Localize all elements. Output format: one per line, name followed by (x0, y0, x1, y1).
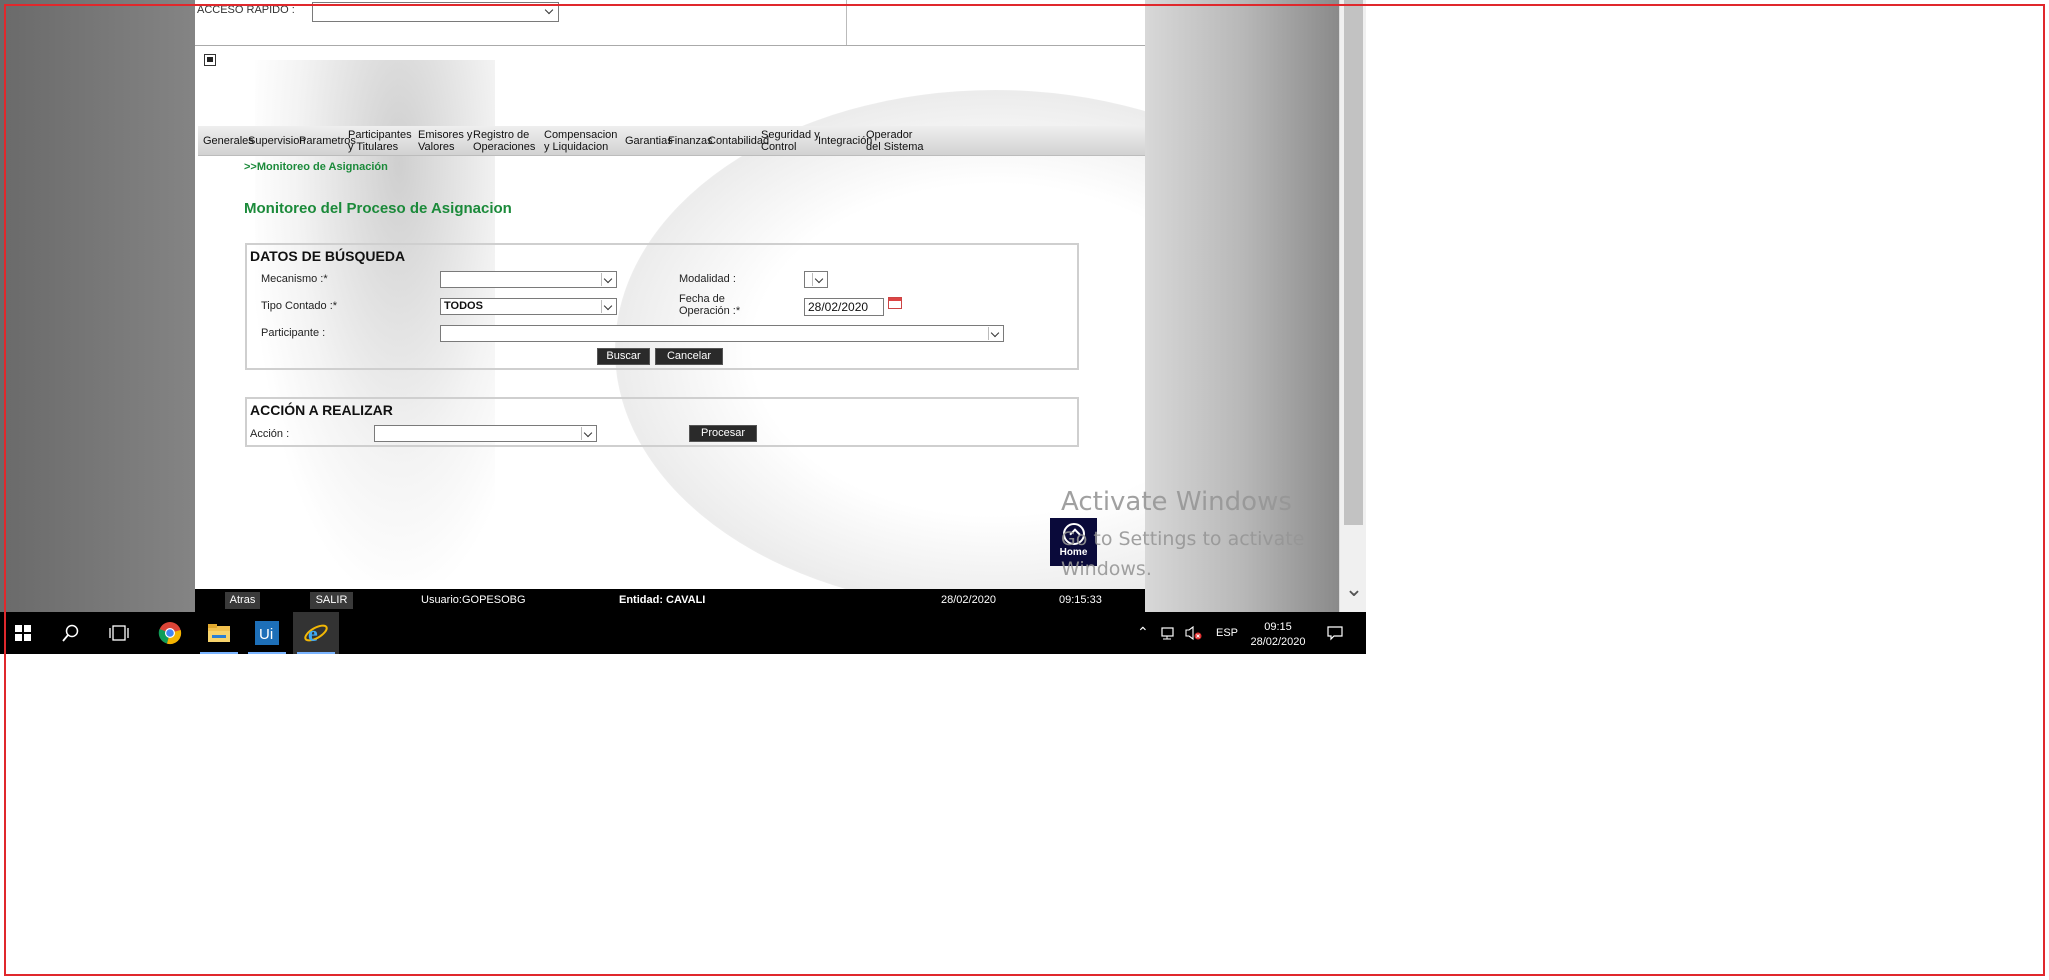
search-panel: DATOS DE BÚSQUEDA Mecanismo :* Modalidad… (245, 243, 1079, 370)
window-icon[interactable] (204, 54, 216, 66)
fecha-operacion-input[interactable]: 28/02/2020 (804, 298, 884, 316)
taskbar-clock[interactable]: 09:15 28/02/2020 (1248, 620, 1308, 650)
activate-windows-line3: Windows. (1061, 558, 1152, 580)
uipath-running-indicator (248, 652, 286, 654)
usuario-text: Usuario:GOPESOBG (421, 594, 526, 606)
network-icon[interactable] (1160, 625, 1176, 644)
ie-running-indicator (297, 652, 335, 654)
page-title: Monitoreo del Proceso de Asignacion (244, 200, 512, 217)
activate-windows-title: Activate Windows (1061, 487, 1292, 517)
salir-button[interactable]: SALIR (310, 592, 353, 609)
mecanismo-select[interactable] (440, 271, 617, 288)
menu-finanzas[interactable]: Finanzas (668, 135, 713, 147)
buscar-button[interactable]: Buscar (597, 348, 650, 365)
entidad-text: Entidad: CAVALI (619, 594, 706, 606)
participante-select[interactable] (440, 325, 1004, 342)
web-page: ACCESO RAPIDO : Generales Supervision Pa… (195, 0, 1145, 612)
header-divider (846, 0, 847, 45)
activate-windows-line2: Go to Settings to activate (1061, 528, 1305, 550)
breadcrumb[interactable]: >>Monitoreo de Asignación (244, 161, 388, 173)
menu-registro[interactable]: Registro de Operaciones (473, 129, 539, 153)
explorer-running-indicator (200, 652, 238, 654)
main-menu: Generales Supervision Parametros Partici… (198, 126, 1145, 156)
menu-compensacion[interactable]: Compensacion y Liquidacion (544, 129, 624, 153)
quick-access-label: ACCESO RAPIDO : (197, 4, 295, 16)
file-explorer-icon[interactable] (196, 612, 242, 654)
accion-select[interactable] (374, 425, 597, 442)
menu-supervision[interactable]: Supervision (248, 135, 305, 147)
menu-seguridad[interactable]: Seguridad y Control (761, 129, 821, 153)
status-bar: Atras SALIR Usuario:GOPESOBG Entidad: CA… (195, 589, 1145, 612)
action-panel: ACCIÓN A REALIZAR Acción : Procesar (245, 397, 1079, 447)
volume-muted-icon[interactable] (1184, 625, 1202, 644)
scroll-thumb[interactable] (1344, 0, 1363, 525)
tipo-contado-select[interactable]: TODOS (440, 298, 617, 315)
chrome-icon[interactable] (147, 612, 193, 654)
chevron-down-icon (543, 4, 557, 17)
browser-background (1145, 0, 1339, 612)
status-date: 28/02/2020 (941, 594, 997, 606)
search-panel-title: DATOS DE BÚSQUEDA (250, 248, 406, 264)
tray-chevron-up-icon[interactable]: ⌃ (1137, 624, 1149, 641)
menu-integracion[interactable]: Integración (818, 135, 872, 147)
tipo-contado-label: Tipo Contado :* (261, 300, 338, 312)
chevron-down-icon (988, 327, 1002, 340)
uipath-icon[interactable]: Ui (244, 612, 290, 654)
modalidad-select[interactable] (804, 271, 828, 288)
participante-label: Participante : (261, 327, 326, 339)
menu-contabilidad[interactable]: Contabilidad (708, 135, 769, 147)
chevron-down-icon (812, 273, 826, 286)
task-view-icon[interactable] (96, 612, 142, 654)
notifications-icon[interactable] (1327, 625, 1343, 644)
windows-start-icon[interactable] (0, 612, 46, 654)
menu-operador[interactable]: Operador del Sistema (866, 129, 924, 153)
status-time: 09:15:33 (1059, 594, 1102, 606)
mecanismo-label: Mecanismo :* (261, 273, 328, 285)
calendar-icon[interactable] (888, 297, 902, 309)
menu-garantias[interactable]: Garantias (625, 135, 673, 147)
vertical-scrollbar[interactable]: ⌄ (1339, 0, 1366, 612)
modalidad-label: Modalidad : (679, 273, 736, 285)
menu-generales[interactable]: Generales (203, 135, 254, 147)
procesar-button[interactable]: Procesar (689, 425, 757, 442)
menu-participantes[interactable]: Participantes y Titulares (348, 129, 420, 153)
fecha-label: Fecha de Operación :* (679, 293, 741, 317)
menu-emisores[interactable]: Emisores y Valores (418, 129, 476, 153)
language-indicator[interactable]: ESP (1216, 627, 1238, 639)
accion-label: Acción : (250, 428, 290, 440)
scroll-down-icon[interactable]: ⌄ (1343, 578, 1365, 600)
svg-text:Ui: Ui (259, 626, 273, 643)
atras-button[interactable]: Atras (225, 592, 260, 609)
chevron-down-icon (601, 300, 615, 313)
cancelar-button[interactable]: Cancelar (655, 348, 723, 365)
svg-text:e: e (308, 621, 318, 646)
action-panel-title: ACCIÓN A REALIZAR (250, 402, 393, 418)
desktop-screen: ACCESO RAPIDO : Generales Supervision Pa… (0, 0, 1366, 654)
header-rule (195, 45, 1145, 46)
internet-explorer-icon[interactable]: e (293, 612, 339, 654)
windows-taskbar: Ui e ⌃ ESP 09:15 28/02/2020 (0, 612, 1366, 654)
search-icon[interactable] (48, 612, 94, 654)
quick-access-select[interactable] (312, 2, 559, 22)
chevron-down-icon (601, 273, 615, 286)
chevron-down-icon (581, 427, 595, 440)
